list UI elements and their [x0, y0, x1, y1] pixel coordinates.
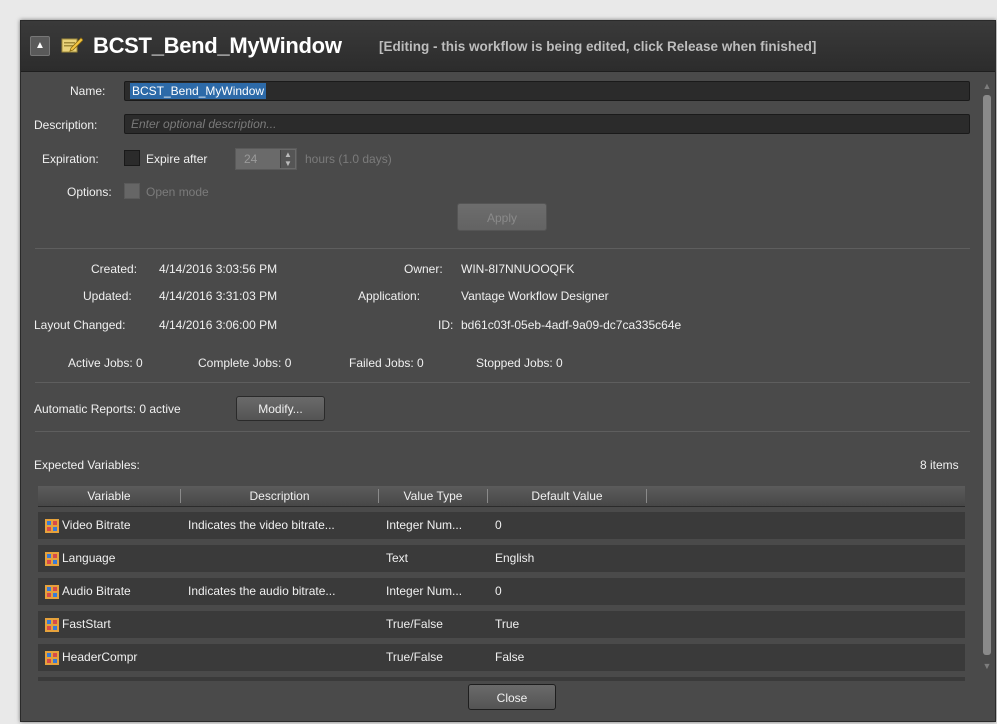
editing-status: [Editing - this workflow is being edited… — [379, 39, 817, 54]
cell-description — [188, 644, 378, 671]
expected-variables-title: Expected Variables: — [34, 458, 140, 472]
expiration-label: Expiration: — [42, 152, 99, 166]
id-value: bd61c03f-05eb-4adf-9a09-dc7ca335c64e — [461, 318, 682, 332]
cell-description — [188, 611, 378, 638]
divider — [35, 382, 970, 383]
cell-variable: Audio Bitrate — [62, 584, 131, 598]
updated-value: 4/14/2016 3:31:03 PM — [159, 289, 278, 303]
workflow-title: BCST_Bend_MyWindow — [93, 33, 342, 58]
open-mode-checkbox[interactable] — [124, 183, 140, 199]
table-row[interactable]: Audio Bitrate Indicates the audio bitrat… — [38, 578, 965, 611]
scroll-down-icon[interactable]: ▼ — [982, 661, 992, 671]
description-field[interactable] — [124, 114, 970, 134]
layout-changed-label: Layout Changed: — [34, 318, 126, 332]
stopped-jobs: Stopped Jobs: 0 — [476, 356, 563, 370]
stepper-arrows-icon[interactable]: ▲ ▼ — [280, 150, 295, 168]
hours-text: hours (1.0 days) — [305, 152, 392, 166]
options-label: Options: — [67, 185, 112, 199]
column-description[interactable]: Description — [181, 486, 378, 506]
table-row[interactable]: FastStart True/False True — [38, 611, 965, 644]
cell-value-type: Integer Num... — [386, 518, 463, 532]
vertical-scrollbar[interactable]: ▲ ▼ — [981, 81, 993, 681]
expire-hours-value: 24 — [244, 152, 258, 166]
title-bar: ▲ BCST_Bend_MyWindow [Editing - this wor… — [21, 21, 995, 72]
automatic-reports-label: Automatic Reports: 0 active — [34, 402, 181, 416]
application-value: Vantage Workflow Designer — [461, 289, 609, 303]
created-value: 4/14/2016 3:03:56 PM — [159, 262, 278, 276]
variable-icon — [45, 618, 59, 632]
table-row[interactable]: HeaderCompr True/False False — [38, 644, 965, 677]
cell-default-value: True — [495, 617, 520, 631]
workflow-edit-icon — [61, 37, 83, 53]
open-mode-label: Open mode — [146, 185, 209, 199]
failed-jobs: Failed Jobs: 0 — [349, 356, 424, 370]
divider — [35, 248, 970, 249]
updated-label: Updated: — [83, 289, 132, 303]
variable-icon — [45, 651, 59, 665]
modify-reports-button[interactable]: Modify... — [236, 396, 325, 421]
cell-description: Indicates the video bitrate... — [188, 518, 335, 532]
cell-value-type: Text — [386, 551, 409, 565]
variable-icon — [45, 519, 59, 533]
cell-variable: Video Bitrate — [62, 518, 131, 532]
expire-hours-stepper[interactable]: 24 ▲ ▼ — [235, 148, 297, 170]
expire-after-label: Expire after — [146, 152, 208, 166]
column-default-value[interactable]: Default Value — [488, 486, 646, 506]
scroll-thumb[interactable] — [983, 95, 991, 655]
cell-value-type: Integer Num... — [386, 584, 463, 598]
scroll-up-icon[interactable]: ▲ — [982, 81, 992, 91]
active-jobs: Active Jobs: 0 — [68, 356, 143, 370]
close-button[interactable]: Close — [468, 684, 556, 710]
expire-checkbox[interactable] — [124, 150, 140, 166]
variable-icon — [45, 552, 59, 566]
cell-value-type: True/False — [386, 617, 443, 631]
description-label: Description: — [34, 118, 98, 132]
workflow-dialog: ▲ BCST_Bend_MyWindow [Editing - this wor… — [20, 20, 996, 722]
name-label: Name: — [70, 84, 106, 98]
application-label: Application: — [358, 289, 421, 303]
owner-value: WIN-8I7NNUOOQFK — [461, 262, 575, 276]
variable-icon — [45, 585, 59, 599]
complete-jobs: Complete Jobs: 0 — [198, 356, 292, 370]
column-value-type[interactable]: Value Type — [379, 486, 487, 506]
cell-default-value: English — [495, 551, 535, 565]
cell-variable: HeaderCompr — [62, 650, 138, 664]
cell-value-type: True/False — [386, 650, 443, 664]
variables-grid-header: Variable Description Value Type Default … — [38, 486, 965, 507]
name-field[interactable]: BCST_Bend_MyWindow — [124, 81, 970, 101]
cell-default-value: 0 — [495, 518, 502, 532]
table-row[interactable]: Video Bitrate Indicates the video bitrat… — [38, 512, 965, 545]
layout-changed-value: 4/14/2016 3:06:00 PM — [159, 318, 278, 332]
cell-description: Indicates the audio bitrate... — [188, 584, 336, 598]
cell-variable: FastStart — [62, 617, 111, 631]
cell-default-value: 0 — [495, 584, 502, 598]
variable-count: 8 items — [920, 458, 959, 472]
name-value: BCST_Bend_MyWindow — [130, 83, 267, 99]
apply-button[interactable]: Apply — [457, 203, 547, 231]
cell-default-value: False — [495, 650, 525, 664]
id-label: ID: — [438, 318, 454, 332]
column-variable[interactable]: Variable — [38, 486, 180, 506]
divider — [35, 431, 970, 432]
owner-label: Owner: — [404, 262, 443, 276]
cell-description — [188, 545, 378, 572]
description-input[interactable] — [125, 115, 969, 133]
created-label: Created: — [91, 262, 138, 276]
collapse-button[interactable]: ▲ — [30, 36, 50, 56]
table-row[interactable]: Language Text English — [38, 545, 965, 578]
cell-variable: Language — [62, 551, 116, 565]
